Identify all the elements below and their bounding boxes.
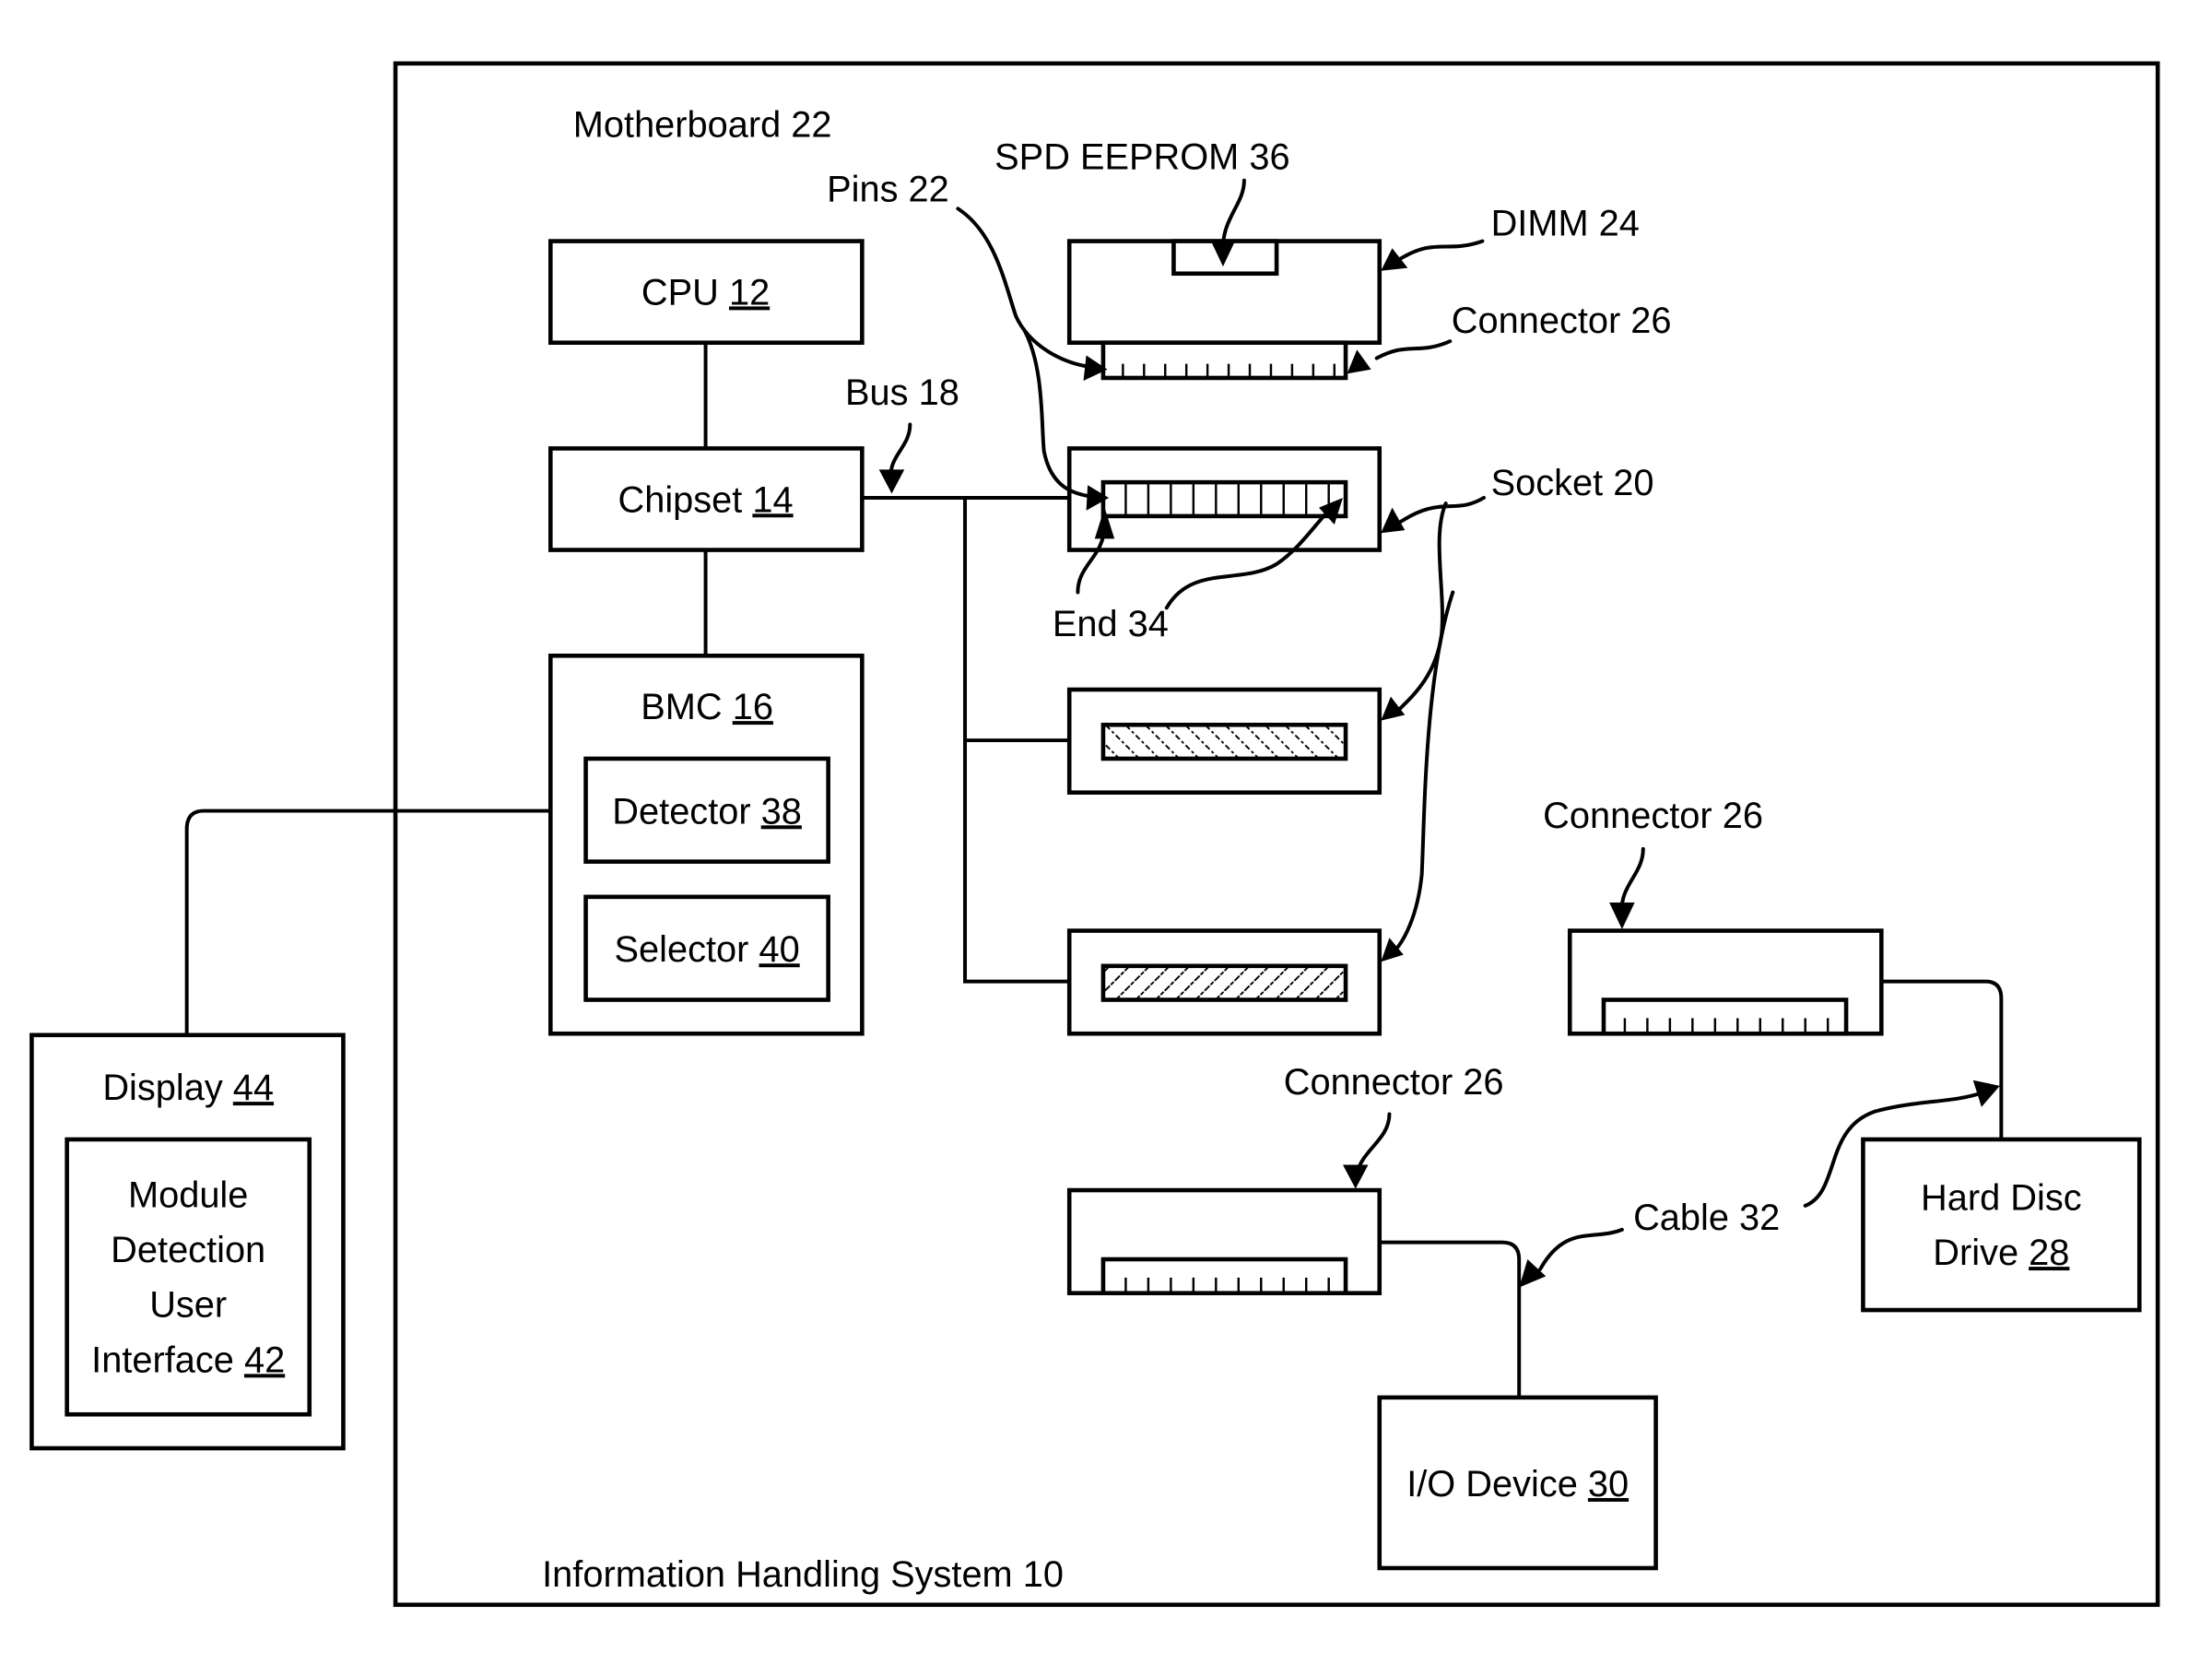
- svg-text:CPU 12: CPU 12: [641, 272, 770, 313]
- detector-name: Detector: [612, 791, 750, 832]
- ui-ref: 42: [244, 1339, 285, 1380]
- socket-3: [1066, 928, 1382, 1036]
- leader-lines: [878, 178, 2000, 1288]
- io-device-block: I/O Device 30: [1377, 1395, 1658, 1571]
- cpu-name: CPU: [641, 272, 719, 313]
- system-label: Information Handling System 10: [542, 1554, 1064, 1595]
- svg-text:Selector 40: Selector 40: [615, 929, 800, 970]
- display-name: Display: [102, 1068, 223, 1108]
- chipset-ref: 14: [752, 479, 793, 520]
- module-detection-ui-block: Module Detection User Interface 42: [65, 1137, 312, 1417]
- dimm-edge-connector: [1100, 340, 1348, 381]
- ui-line-1: Module: [128, 1174, 248, 1215]
- socket-2: [1066, 687, 1382, 795]
- display-block: Display 44 Module Detection User Interfa…: [29, 1033, 346, 1451]
- chipset-block: Chipset 14: [548, 446, 865, 552]
- chipset-name: Chipset: [618, 479, 743, 520]
- io-name: I/O Device: [1406, 1464, 1578, 1505]
- ui-line-3: User: [149, 1285, 227, 1326]
- detector-ref: 38: [761, 791, 802, 832]
- callout-cable: Cable 32: [1633, 1198, 1780, 1238]
- callout-end: End 34: [1053, 604, 1169, 644]
- selector-name: Selector: [615, 929, 749, 970]
- callout-connector-io: Connector 26: [1284, 1062, 1504, 1103]
- display-ref: 44: [233, 1068, 274, 1108]
- connector-io: [1066, 1187, 1382, 1295]
- cpu-ref: 12: [729, 272, 770, 313]
- ui-line-2: Detection: [111, 1230, 265, 1270]
- svg-text:Drive 28: Drive 28: [1933, 1233, 2069, 1273]
- svg-text:Detector 38: Detector 38: [612, 791, 802, 832]
- hdd-line-1: Hard Disc: [1921, 1177, 2082, 1218]
- callout-pins: Pins 22: [827, 170, 949, 210]
- hdd-ref: 28: [2029, 1233, 2069, 1273]
- callout-connector-hdd: Connector 26: [1543, 796, 1763, 836]
- connector-hdd: [1567, 928, 1884, 1036]
- bmc-block: BMC 16 Detector 38 Selector 40: [548, 653, 865, 1036]
- svg-text:Chipset 14: Chipset 14: [618, 479, 794, 520]
- svg-text:I/O Device 30: I/O Device 30: [1406, 1464, 1629, 1505]
- svg-text:BMC 16: BMC 16: [641, 687, 773, 727]
- hard-disc-drive-block: Hard Disc Drive 28: [1861, 1137, 2142, 1313]
- svg-text:Display 44: Display 44: [102, 1068, 274, 1108]
- cpu-block: CPU 12: [548, 239, 865, 346]
- callout-spd-eeprom: SPD EEPROM 36: [994, 137, 1289, 178]
- callout-dimm: DIMM 24: [1491, 203, 1640, 243]
- callout-connector-dimm: Connector 26: [1452, 301, 1672, 341]
- motherboard-label: Motherboard 22: [573, 104, 832, 145]
- ui-line-4: Interface: [91, 1339, 234, 1380]
- selector-ref: 40: [759, 929, 799, 970]
- socket-1: [1066, 446, 1382, 552]
- svg-text:Interface 42: Interface 42: [91, 1339, 285, 1380]
- callout-socket: Socket 20: [1491, 463, 1654, 503]
- system-diagram: Information Handling System 10 Motherboa…: [29, 61, 2160, 1608]
- io-ref: 30: [1588, 1464, 1629, 1505]
- bmc-ref: 16: [733, 687, 773, 727]
- detector-block: Detector 38: [583, 756, 830, 864]
- callout-bus: Bus 18: [845, 372, 959, 413]
- bmc-name: BMC: [641, 687, 722, 727]
- selector-block: Selector 40: [583, 894, 830, 1002]
- hdd-line-2: Drive: [1933, 1233, 2018, 1273]
